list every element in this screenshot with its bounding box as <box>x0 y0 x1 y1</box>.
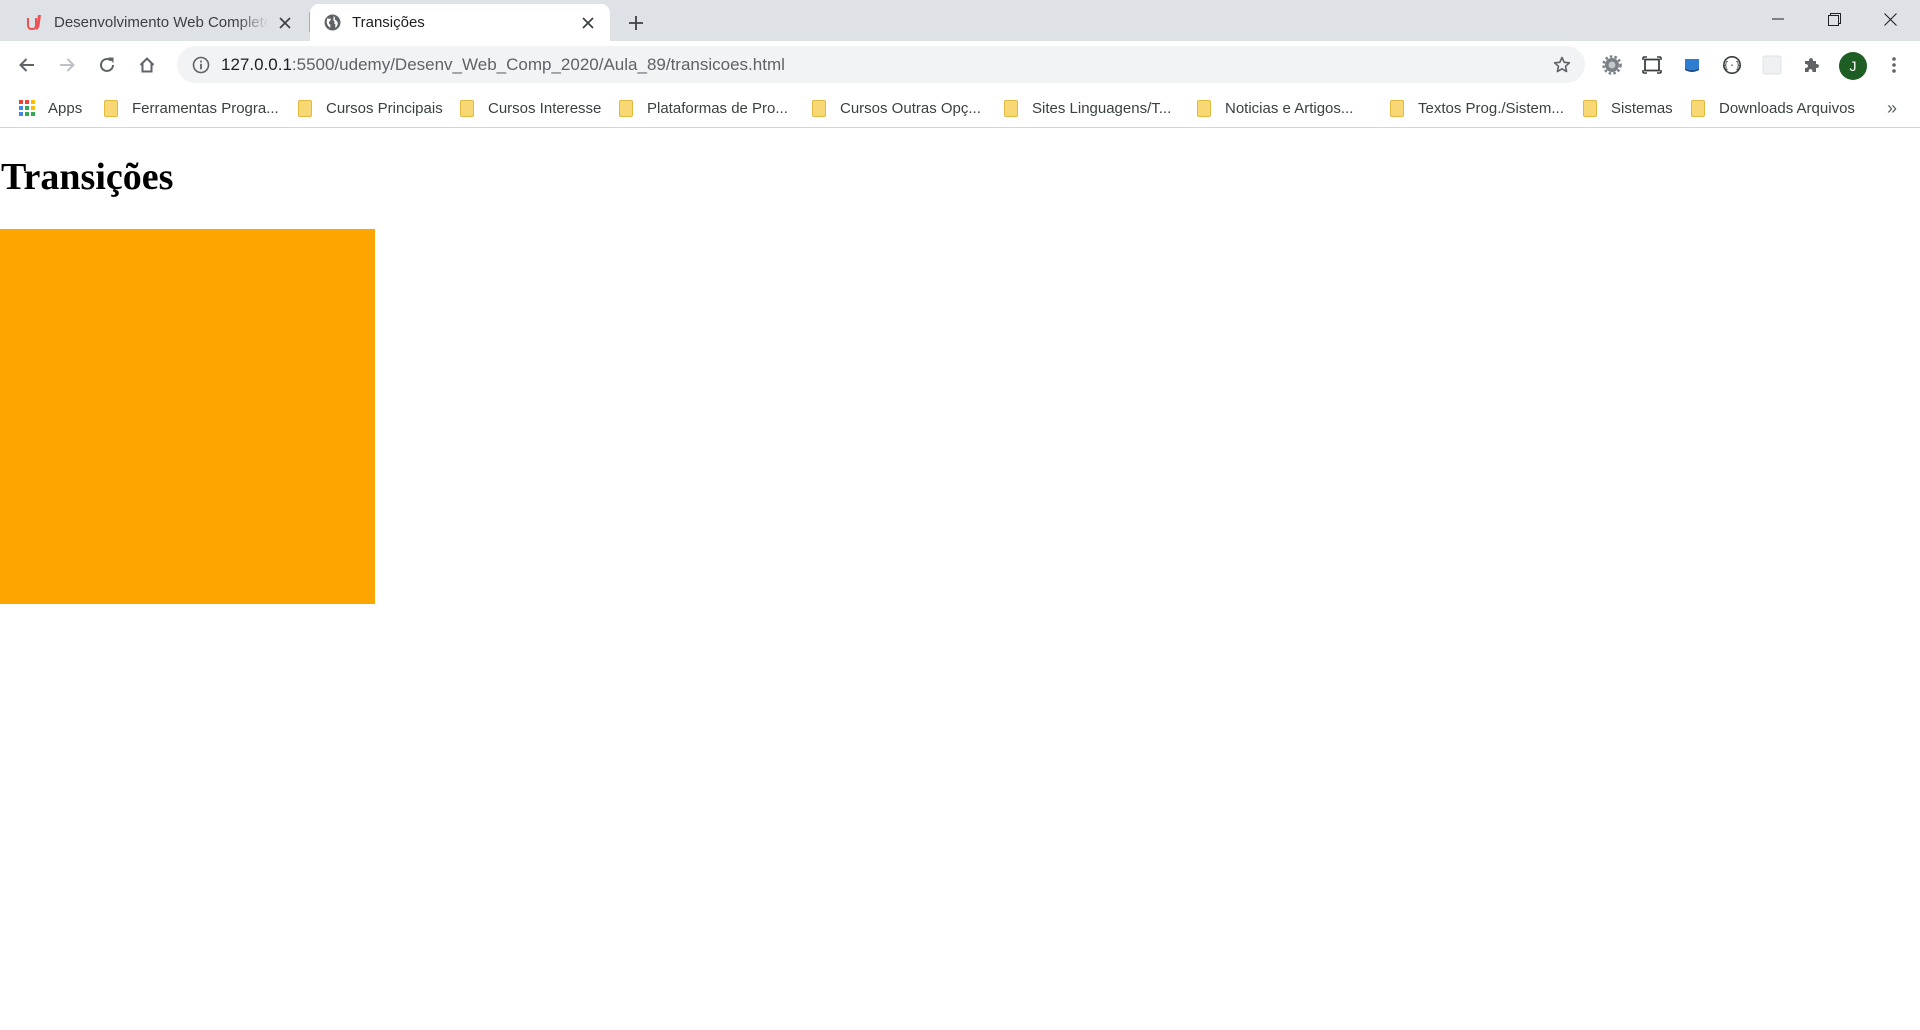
bookmark-apps[interactable]: Apps <box>18 94 82 122</box>
tab-udemy[interactable]: Desenvolvimento Web Completo <box>12 4 307 41</box>
bookmarks-overflow-button[interactable]: » <box>1878 94 1906 122</box>
page-viewport: Transições <box>0 129 1920 1030</box>
bookmark-label: Apps <box>48 99 83 117</box>
bookmark-folder[interactable]: Downloads Arquivos <box>1689 94 1855 122</box>
blank-extension-icon[interactable] <box>1755 48 1789 82</box>
screen-capture-icon[interactable] <box>1635 48 1669 82</box>
folder-icon <box>458 99 476 117</box>
bookmark-label: Cursos Outras Opç... <box>840 99 981 117</box>
udemy-icon <box>24 13 44 33</box>
puzzle-icon[interactable] <box>1795 48 1829 82</box>
url-host: 127.0.0.1 <box>221 54 292 74</box>
forward-button[interactable] <box>50 48 84 82</box>
url-path: :5500/udemy/Desenv_Web_Comp_2020/Aula_89… <box>291 54 785 74</box>
url-text[interactable]: 127.0.0.1:5500/udemy/Desenv_Web_Comp_202… <box>221 55 785 75</box>
bookmark-label: Plataformas de Pro... <box>647 99 788 117</box>
close-icon[interactable] <box>578 13 598 33</box>
bookmark-label: Noticias e Artigos... <box>1225 99 1354 117</box>
home-button[interactable] <box>130 48 164 82</box>
browser-toolbar: 127.0.0.1:5500/udemy/Desenv_Web_Comp_202… <box>0 41 1920 88</box>
close-icon[interactable] <box>275 13 295 33</box>
folder-icon <box>1689 99 1707 117</box>
bookmark-label: Cursos Interesse <box>488 99 602 117</box>
bookmark-label: Sites Linguagens/T... <box>1032 99 1172 117</box>
reload-icon <box>100 57 114 72</box>
bookmark-folder[interactable]: Cursos Principais <box>296 94 443 122</box>
address-bar[interactable]: 127.0.0.1:5500/udemy/Desenv_Web_Comp_202… <box>177 46 1585 83</box>
profile-avatar[interactable]: J <box>1839 52 1867 80</box>
kebab-menu-icon[interactable] <box>1877 48 1911 82</box>
minimize-button[interactable] <box>1750 0 1806 38</box>
folder-icon <box>296 99 314 117</box>
tab-transicoes[interactable]: Transições <box>310 4 610 41</box>
folder-icon <box>617 99 635 117</box>
bookmark-folder[interactable]: Sites Linguagens/T... <box>1002 94 1171 122</box>
home-icon <box>139 57 155 73</box>
info-icon[interactable] <box>183 46 219 83</box>
globe-icon <box>322 13 342 33</box>
bookmarks-bar: Apps Ferramentas Progra... Cursos Princi… <box>0 88 1920 128</box>
folder-icon <box>102 99 120 117</box>
apps-grid-icon <box>18 99 36 117</box>
gear-extension-icon[interactable] <box>1595 48 1629 82</box>
tab-title: Desenvolvimento Web Completo <box>54 14 269 31</box>
transition-box[interactable] <box>0 229 375 604</box>
close-window-button[interactable] <box>1862 0 1918 38</box>
back-button[interactable] <box>10 48 44 82</box>
bookmark-folder[interactable]: Sistemas <box>1581 94 1673 122</box>
folder-icon <box>810 99 828 117</box>
arrow-right-icon <box>60 58 75 72</box>
tab-strip: Desenvolvimento Web Completo Transições <box>0 0 1920 41</box>
folder-icon <box>1195 99 1213 117</box>
page-heading: Transições <box>1 156 174 198</box>
bookmark-label: Ferramentas Progra... <box>132 99 279 117</box>
bookmark-folder[interactable]: Plataformas de Pro... <box>617 94 788 122</box>
star-icon[interactable] <box>1545 48 1579 82</box>
svg-text:{·}: {·} <box>1723 61 1741 72</box>
bookmark-folder[interactable]: Ferramentas Progra... <box>102 94 279 122</box>
new-tab-button[interactable] <box>622 9 650 37</box>
arrow-left-icon <box>19 58 34 72</box>
bookmark-label: Textos Prog./Sistem... <box>1418 99 1564 117</box>
bookmark-folder[interactable]: Noticias e Artigos... <box>1195 94 1353 122</box>
folder-icon <box>1002 99 1020 117</box>
bookmark-label: Downloads Arquivos <box>1719 99 1855 117</box>
bookmark-folder[interactable]: Cursos Outras Opç... <box>810 94 981 122</box>
reload-button[interactable] <box>90 48 124 82</box>
bookmark-folder[interactable]: Cursos Interesse <box>458 94 601 122</box>
code-braces-icon[interactable]: {·} <box>1715 48 1749 82</box>
blue-extension-icon[interactable] <box>1675 48 1709 82</box>
restore-button[interactable] <box>1806 0 1862 38</box>
bookmark-label: Cursos Principais <box>326 99 443 117</box>
folder-icon <box>1581 99 1599 117</box>
tab-title: Transições <box>352 14 425 31</box>
folder-icon <box>1388 99 1406 117</box>
bookmark-folder[interactable]: Textos Prog./Sistem... <box>1388 94 1564 122</box>
bookmark-label: Sistemas <box>1611 99 1673 117</box>
